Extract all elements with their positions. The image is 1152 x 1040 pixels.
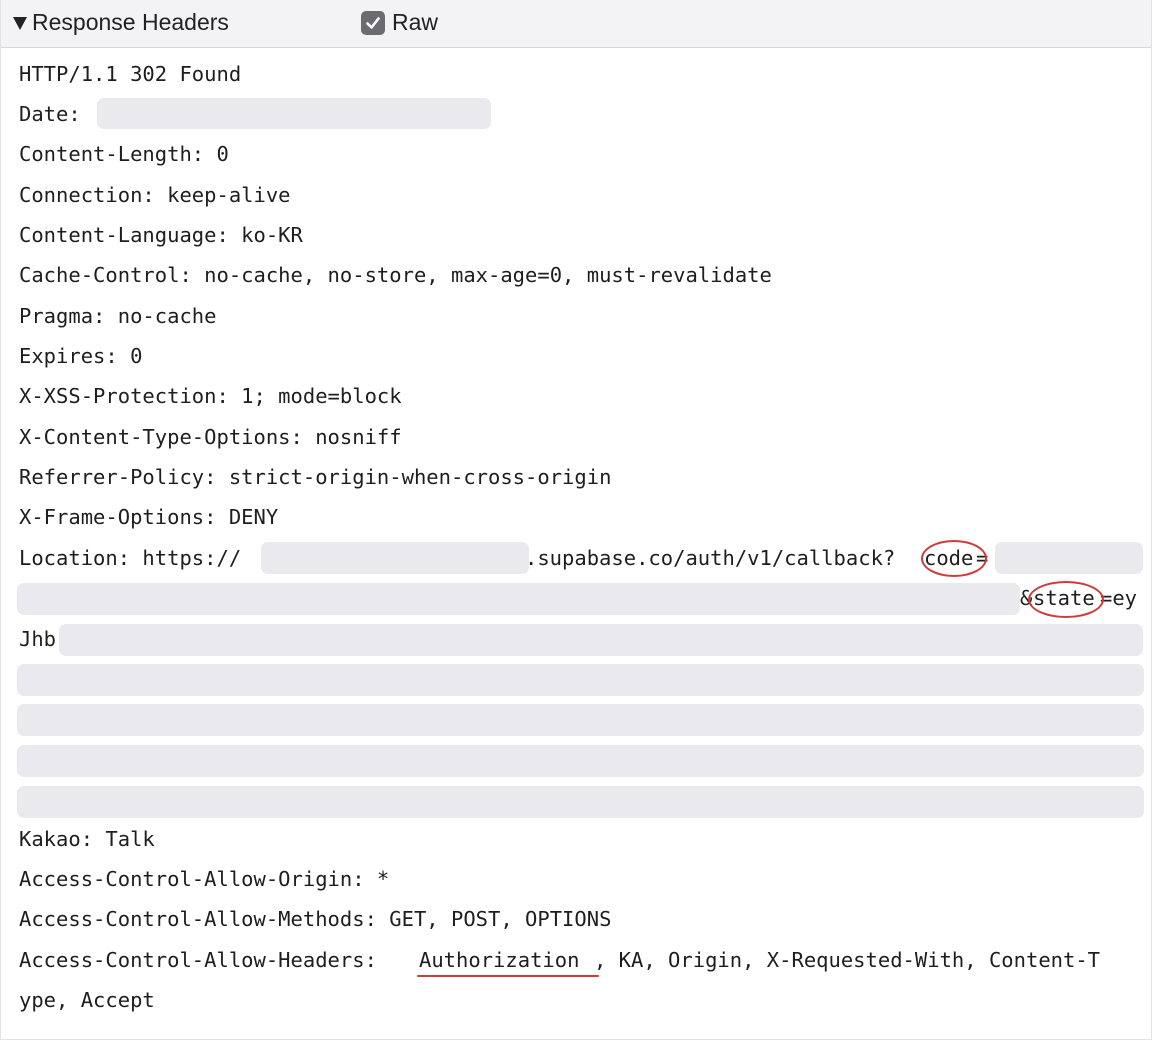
- raw-label: Raw: [392, 9, 439, 35]
- x-xss-protection-header: X-XSS-Protection: 1; mode=block: [19, 384, 402, 408]
- cache-control-header: Cache-Control: no-cache, no-store, max-a…: [19, 263, 772, 287]
- state-param-circle: [1028, 581, 1104, 618]
- redacted-location-host: [261, 542, 529, 574]
- acah-rest: , KA, Origin, X-Requested-With, Content-…: [594, 948, 1101, 972]
- acao-header: Access-Control-Allow-Origin: *: [19, 867, 390, 891]
- redacted-date: [97, 98, 491, 129]
- section-title: Response Headers: [32, 9, 229, 35]
- raw-toggle[interactable]: Raw: [361, 9, 438, 36]
- redacted-location-line-2: [17, 583, 1020, 615]
- response-headers-panel: Response Headers Raw HTTP/1.1 302 Found …: [0, 0, 1152, 1040]
- location-state-value: =ey: [1100, 586, 1138, 610]
- redacted-line-7: [17, 786, 1144, 818]
- acam-header: Access-Control-Allow-Methods: GET, POST,…: [19, 907, 612, 931]
- redacted-code-value: [995, 542, 1143, 574]
- content-length-header: Content-Length: 0: [19, 142, 229, 166]
- date-header: Date:: [19, 102, 81, 126]
- acah-continuation: ype, Accept: [19, 988, 155, 1012]
- redacted-line-5: [17, 704, 1144, 736]
- connection-header: Connection: keep-alive: [19, 183, 291, 207]
- location-prefix: Location: https://: [19, 546, 242, 570]
- referrer-policy-header: Referrer-Policy: strict-origin-when-cros…: [19, 465, 612, 489]
- pragma-header: Pragma: no-cache: [19, 304, 217, 328]
- section-header: Response Headers Raw: [1, 0, 1151, 48]
- redacted-line-6: [17, 745, 1144, 777]
- content-language-header: Content-Language: ko-KR: [19, 223, 303, 247]
- redacted-state-value: [59, 624, 1143, 656]
- x-frame-options-header: X-Frame-Options: DENY: [19, 505, 279, 529]
- location-continuation: Jhb: [19, 627, 57, 651]
- checkmark-icon: [366, 16, 380, 29]
- x-content-type-options-header: X-Content-Type-Options: nosniff: [19, 425, 402, 449]
- location-domain: .supabase.co/auth/v1/callback?: [525, 546, 896, 570]
- redacted-line-4: [17, 664, 1144, 696]
- disclosure-triangle-icon[interactable]: [13, 17, 27, 30]
- status-line: HTTP/1.1 302 Found: [19, 62, 242, 86]
- authorization-underline: [417, 975, 599, 977]
- response-headers-toggle[interactable]: Response Headers: [13, 9, 229, 36]
- expires-header: Expires: 0: [19, 344, 143, 368]
- acah-authorization: Authorization: [419, 948, 580, 972]
- code-param-circle: [921, 540, 987, 577]
- raw-checkbox[interactable]: [361, 10, 385, 35]
- kakao-header: Kakao: Talk: [19, 827, 155, 851]
- acah-prefix: Access-Control-Allow-Headers:: [19, 948, 390, 972]
